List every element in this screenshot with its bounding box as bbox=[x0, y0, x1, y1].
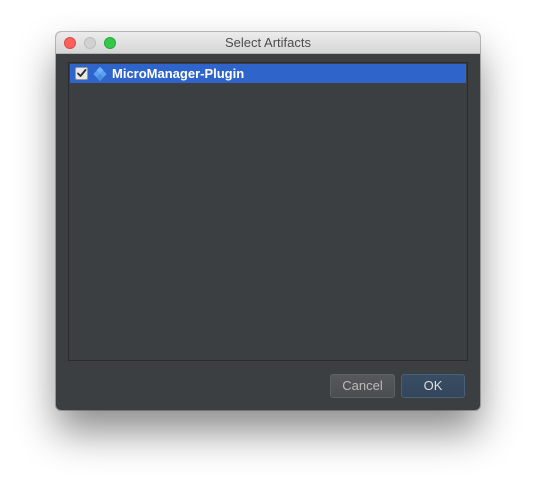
ok-button[interactable]: OK bbox=[401, 374, 465, 398]
artifact-icon bbox=[93, 66, 107, 81]
artifact-checkbox[interactable] bbox=[75, 67, 88, 80]
artifact-label: MicroManager-Plugin bbox=[112, 66, 245, 81]
checkmark-icon bbox=[77, 69, 87, 77]
dialog-window: Select Artifacts MicroManager-Plugin Can… bbox=[56, 32, 480, 410]
cancel-button[interactable]: Cancel bbox=[330, 374, 395, 398]
window-title: Select Artifacts bbox=[225, 35, 311, 50]
title-bar[interactable]: Select Artifacts bbox=[56, 32, 480, 54]
list-item-micromanager-plugin[interactable]: MicroManager-Plugin bbox=[70, 64, 466, 83]
artifacts-list[interactable]: MicroManager-Plugin bbox=[68, 62, 468, 361]
